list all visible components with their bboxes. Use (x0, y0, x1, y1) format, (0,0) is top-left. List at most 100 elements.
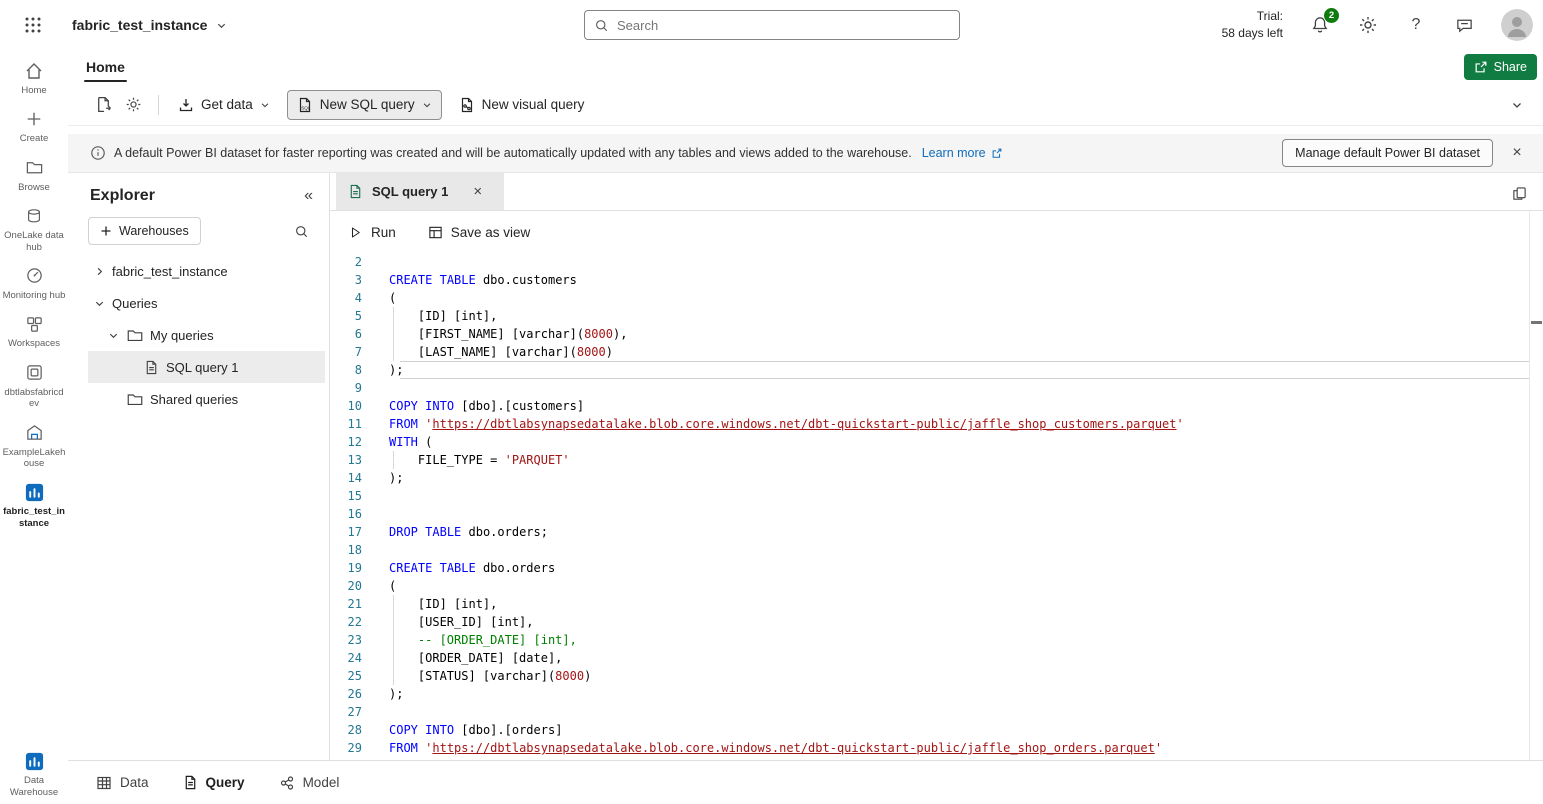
chevron-down-icon[interactable] (106, 330, 120, 341)
explorer-title: Explorer (90, 187, 155, 205)
rail-item-dbtlabsfabricdev[interactable]: dbtlabsfabricdev (2, 362, 66, 410)
settings-gear-button[interactable] (118, 90, 148, 120)
search-input[interactable] (617, 18, 950, 33)
view-tab-data[interactable]: Data (96, 775, 149, 791)
code-line: 27 (330, 703, 1529, 721)
line-number: 4 (330, 289, 376, 307)
help-button[interactable]: ? (1405, 14, 1427, 36)
chevron-down-icon (260, 100, 270, 110)
code-line: 22 [USER_ID] [int], (330, 613, 1529, 631)
get-data-icon (178, 97, 194, 113)
line-number: 17 (330, 523, 376, 541)
get-data-button[interactable]: Get data (169, 90, 279, 120)
code-line: 8); (330, 361, 1529, 379)
rail-item-examplelakehouse[interactable]: ExampleLakehouse (2, 422, 66, 470)
rail-item-label: Data Warehouse (2, 775, 66, 798)
rail-item-browse[interactable]: Browse (2, 157, 66, 193)
line-number: 11 (330, 415, 376, 433)
line-content: ( (389, 289, 396, 307)
code-line: 5 [ID] [int], (330, 307, 1529, 325)
new-sql-query-button[interactable]: SQL New SQL query (287, 90, 442, 120)
workspace-title: fabric_test_instance (72, 17, 207, 33)
code-line: 6 [FIRST_NAME] [varchar](8000), (330, 325, 1529, 343)
rail-item-home[interactable]: Home (2, 60, 66, 96)
line-number: 13 (330, 451, 376, 469)
run-button[interactable]: Run (348, 225, 396, 240)
rail-item-monitoring-hub[interactable]: Monitoring hub (2, 265, 66, 301)
line-number: 18 (330, 541, 376, 559)
rail-item-fabric-test-instance[interactable]: fabric_test_instance (2, 481, 66, 529)
view-tab-model[interactable]: Model (279, 775, 340, 791)
rail-item-workspaces[interactable]: Workspaces (2, 313, 66, 349)
workspace-title-dropdown[interactable]: fabric_test_instance (72, 17, 227, 33)
banner-close-icon[interactable]: × (1505, 141, 1529, 165)
line-number: 12 (330, 433, 376, 451)
add-warehouses-button[interactable]: Warehouses (88, 217, 201, 245)
learn-more-link[interactable]: Learn more (922, 146, 1003, 160)
manage-dataset-button[interactable]: Manage default Power BI dataset (1282, 139, 1493, 167)
code-line: 10COPY INTO [dbo].[customers] (330, 397, 1529, 415)
tab-close-icon[interactable]: × (473, 183, 482, 200)
rail-item-label: Browse (18, 182, 50, 193)
copy-icon[interactable] (1507, 181, 1531, 205)
rail-item-create[interactable]: Create (2, 108, 66, 144)
tree-item-sql-query-1[interactable]: SQL query 1 (88, 351, 325, 383)
share-icon (1474, 60, 1488, 74)
save-as-view-button[interactable]: Save as view (428, 225, 531, 240)
explorer-header: Explorer « (68, 173, 329, 213)
waffle-menu-icon[interactable] (16, 8, 50, 42)
share-button[interactable]: Share (1464, 54, 1537, 80)
view-tab-query[interactable]: Query (183, 775, 245, 790)
line-number: 27 (330, 703, 376, 721)
line-content: ( (389, 577, 396, 595)
tree-item-fabric-test-instance[interactable]: fabric_test_instance (88, 255, 325, 287)
line-number: 8 (330, 361, 376, 379)
data-grid-icon (96, 775, 112, 791)
feedback-button[interactable] (1453, 14, 1475, 36)
chevron-down-icon[interactable] (92, 298, 106, 309)
query-file-icon (183, 775, 198, 790)
line-content: [STATUS] [varchar](8000) (389, 667, 591, 685)
chevron-right-icon[interactable] (92, 266, 106, 277)
code-line: 4( (330, 289, 1529, 307)
sql-file-icon (348, 184, 363, 199)
editor-scrollbar[interactable] (1529, 211, 1543, 760)
sql-editor[interactable]: 23CREATE TABLE dbo.customers4(5 [ID] [in… (330, 253, 1529, 760)
rail-item-data-warehouse[interactable]: Data Warehouse (2, 750, 66, 798)
editor-toolbar: Run Save as view (330, 211, 1543, 253)
line-number: 6 (330, 325, 376, 343)
code-line: 2 (330, 253, 1529, 271)
notifications-button[interactable]: 2 (1309, 14, 1331, 36)
rail-item-label: Home (21, 85, 46, 96)
chevron-down-icon (422, 100, 432, 110)
home-icon (24, 60, 44, 82)
code-line: 11FROM 'https://dbtlabsynapsedatalake.bl… (330, 415, 1529, 433)
line-number: 16 (330, 505, 376, 523)
new-report-button[interactable] (88, 90, 118, 120)
explorer-search-icon[interactable] (289, 224, 313, 239)
code-line: 17DROP TABLE dbo.orders; (330, 523, 1529, 541)
rail-item-label: ExampleLakehouse (2, 447, 66, 470)
tree-item-queries[interactable]: Queries (88, 287, 325, 319)
query-tab[interactable]: SQL query 1 × (336, 173, 504, 210)
account-avatar[interactable] (1501, 9, 1533, 41)
rail-item-onelake-data-hub[interactable]: OneLake data hub (2, 205, 66, 253)
line-number: 29 (330, 739, 376, 757)
trial-status: Trial: 58 days left (1222, 8, 1283, 42)
line-number: 14 (330, 469, 376, 487)
tree-item-my-queries[interactable]: My queries (88, 319, 325, 351)
code-line: 16 (330, 505, 1529, 523)
tab-home[interactable]: Home (84, 55, 127, 79)
ribbon-collapse-chevron-icon[interactable] (1505, 93, 1529, 117)
tree-item-shared-queries[interactable]: Shared queries (88, 383, 325, 415)
plus-icon (25, 108, 43, 130)
line-number: 28 (330, 721, 376, 739)
rail-item-label: Create (20, 133, 49, 144)
collapse-pane-icon[interactable]: « (304, 187, 313, 205)
line-number: 10 (330, 397, 376, 415)
tree-item-label: Queries (112, 296, 158, 311)
settings-button[interactable] (1357, 14, 1379, 36)
home-toolbar: Get data SQL New SQL query New visual qu… (68, 84, 1543, 126)
new-visual-query-button[interactable]: New visual query (450, 90, 594, 120)
line-content: CREATE TABLE dbo.orders (389, 559, 555, 577)
